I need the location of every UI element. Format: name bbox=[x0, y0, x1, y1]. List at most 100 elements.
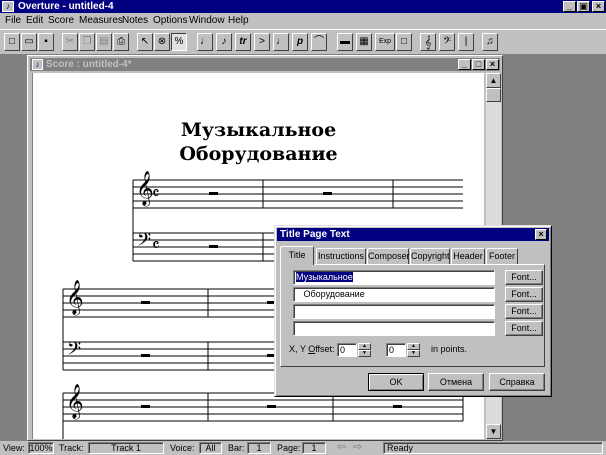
title-page-text-dialog: Title Page Text × Title Instructions Com… bbox=[274, 225, 552, 397]
save-icon[interactable]: ▪ bbox=[38, 33, 54, 51]
title-line-1-field[interactable]: Музыкальное bbox=[293, 270, 495, 285]
slur-icon[interactable]: ⌒ bbox=[311, 33, 327, 51]
help-button[interactable]: Справка bbox=[489, 373, 545, 391]
rest-3 bbox=[209, 245, 218, 248]
dialog-close-button[interactable]: × bbox=[535, 229, 547, 240]
offset-label: X, Y Offset: bbox=[289, 344, 335, 354]
prev-page-icon[interactable]: ⇦ bbox=[334, 442, 349, 454]
trill-icon[interactable]: tr bbox=[235, 33, 251, 51]
menu-window[interactable]: Window bbox=[189, 15, 225, 27]
score-close-button[interactable]: × bbox=[486, 59, 499, 70]
expression-icon[interactable]: Exp bbox=[375, 33, 395, 51]
scroll-thumb[interactable] bbox=[486, 88, 501, 102]
cancel-button[interactable]: Отмена bbox=[428, 373, 484, 391]
x-offset-spinner[interactable]: ▲ ▼ bbox=[358, 343, 371, 357]
accent-icon[interactable]: > bbox=[254, 33, 270, 51]
frame-icon[interactable]: □ bbox=[396, 33, 412, 51]
close-button[interactable]: × bbox=[592, 1, 605, 12]
title-line-4-field[interactable] bbox=[293, 321, 495, 336]
text-box-icon[interactable]: ▦ bbox=[356, 33, 372, 51]
units-label: in points. bbox=[431, 344, 468, 354]
restore-button[interactable]: ▣ bbox=[577, 1, 590, 12]
menu-measures[interactable]: Measures bbox=[79, 15, 123, 27]
print-icon[interactable]: ⎙ bbox=[113, 33, 129, 51]
quarter-note-icon[interactable]: ♩ bbox=[197, 33, 213, 51]
app-icon[interactable]: ♪ bbox=[2, 1, 14, 12]
scroll-up-button[interactable]: ▲ bbox=[486, 73, 501, 88]
font-button-4[interactable]: Font... bbox=[505, 321, 543, 336]
tab-composer[interactable]: Composer bbox=[367, 248, 410, 264]
menu-notes[interactable]: Notes bbox=[122, 15, 148, 27]
next-page-icon[interactable]: ⇨ bbox=[350, 442, 365, 454]
grace-note-icon[interactable]: ♪ bbox=[216, 33, 232, 51]
track-field[interactable]: Track 1 bbox=[88, 442, 164, 454]
zoom-field[interactable]: 100% bbox=[28, 442, 54, 454]
menu-help[interactable]: Help bbox=[228, 15, 249, 27]
page-field[interactable]: 1 bbox=[302, 442, 326, 454]
rest-5 bbox=[141, 301, 150, 304]
copy-icon[interactable]: ❐ bbox=[79, 33, 95, 51]
score-window-title-bar: ♪ Score : untitled-4* _ □ × bbox=[30, 58, 500, 71]
treble-clef-2: 𝄞 bbox=[66, 280, 84, 315]
time-signature-1: 𝄴 bbox=[152, 184, 160, 204]
title-line-1-text: Музыкальное bbox=[296, 272, 353, 282]
dynamic-p-icon[interactable]: p bbox=[292, 33, 308, 51]
score-maximize-button[interactable]: □ bbox=[472, 59, 485, 70]
percent-tool-icon[interactable]: % bbox=[171, 33, 187, 51]
new-icon[interactable]: □ bbox=[4, 33, 20, 51]
tab-footer[interactable]: Footer bbox=[486, 248, 518, 264]
system-3 bbox=[62, 392, 464, 439]
menu-options[interactable]: Options bbox=[153, 15, 187, 27]
y-offset-field[interactable]: 0 bbox=[386, 343, 406, 357]
font-button-1[interactable]: Font... bbox=[505, 270, 543, 285]
title-line-3-field[interactable] bbox=[293, 304, 495, 319]
view-label: View: bbox=[3, 443, 25, 453]
title-tab-panel: Музыкальное Font... Оборудование Font...… bbox=[280, 264, 545, 367]
score-minimize-button[interactable]: _ bbox=[458, 59, 471, 70]
bass-clef-1: 𝄢 bbox=[137, 230, 152, 255]
voice-field[interactable]: All bbox=[199, 442, 222, 454]
score-window-icon[interactable]: ♪ bbox=[32, 59, 43, 70]
rest-13 bbox=[393, 405, 402, 408]
tab-copyright[interactable]: Copyright bbox=[410, 248, 450, 264]
ok-button[interactable]: OK bbox=[368, 373, 424, 391]
barline-icon[interactable]: | bbox=[458, 33, 474, 51]
treble-clef-tool-icon[interactable]: 𝄞 bbox=[420, 33, 436, 51]
dialog-title-bar: Title Page Text × bbox=[277, 228, 549, 241]
minimize-button[interactable]: _ bbox=[563, 1, 576, 12]
tab-title[interactable]: Title bbox=[280, 246, 314, 265]
rest-2 bbox=[323, 192, 332, 195]
note-head-icon[interactable]: ♩ bbox=[273, 33, 289, 51]
rest-11 bbox=[141, 405, 150, 408]
bass-clef-tool-icon[interactable]: 𝄢 bbox=[439, 33, 455, 51]
menu-edit[interactable]: Edit bbox=[26, 15, 43, 27]
track-label: Track: bbox=[59, 443, 84, 453]
arrow-tool-icon[interactable]: ↖ bbox=[137, 33, 153, 51]
y-offset-spinner[interactable]: ▲ ▼ bbox=[407, 343, 420, 357]
paste-icon[interactable]: ▤ bbox=[96, 33, 112, 51]
rest-12 bbox=[267, 405, 276, 408]
treble-clef-3: 𝄞 bbox=[66, 384, 84, 419]
score-window-title: Score : untitled-4* bbox=[46, 59, 132, 70]
font-button-2[interactable]: Font... bbox=[505, 287, 543, 302]
x-offset-field[interactable]: 0 bbox=[337, 343, 357, 357]
scroll-down-button[interactable]: ▼ bbox=[486, 424, 501, 439]
voice-label: Voice: bbox=[170, 443, 195, 453]
menu-score[interactable]: Score bbox=[48, 15, 74, 27]
title-line-2-field[interactable]: Оборудование bbox=[293, 287, 495, 302]
dialog-title: Title Page Text bbox=[280, 229, 350, 240]
time-signature-2: 𝄴 bbox=[152, 236, 160, 256]
erase-tool-icon[interactable]: ⊗ bbox=[154, 33, 170, 51]
beam-icon[interactable]: ▬ bbox=[337, 33, 353, 51]
bar-label: Bar: bbox=[228, 443, 245, 453]
menu-file[interactable]: File bbox=[5, 15, 21, 27]
tab-instructions[interactable]: Instructions bbox=[316, 248, 366, 264]
cut-icon[interactable]: ✂ bbox=[62, 33, 78, 51]
open-icon[interactable]: ▭ bbox=[21, 33, 37, 51]
status-bar: View: 100% Track: Track 1 Voice: All Bar… bbox=[0, 441, 606, 455]
font-button-3[interactable]: Font... bbox=[505, 304, 543, 319]
play-note-icon[interactable]: ♫ bbox=[482, 33, 498, 51]
page-label: Page: bbox=[277, 443, 301, 453]
bar-field[interactable]: 1 bbox=[247, 442, 271, 454]
tab-header[interactable]: Header bbox=[451, 248, 485, 264]
